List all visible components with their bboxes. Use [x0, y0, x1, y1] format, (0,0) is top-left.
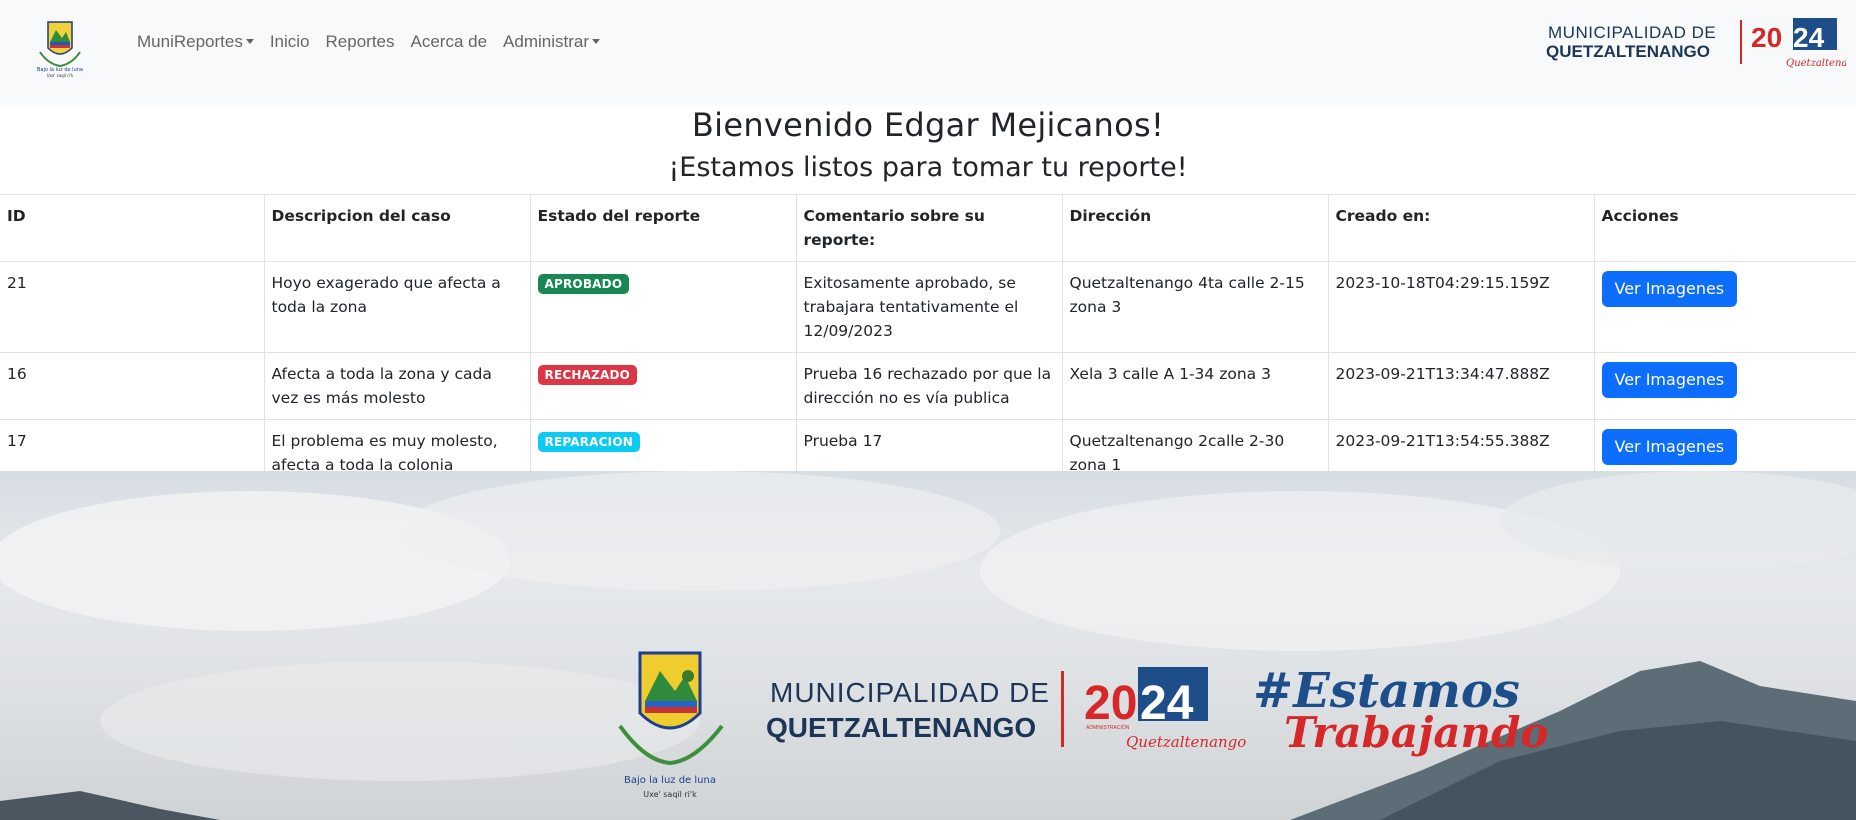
- brand-year-a: 20: [1751, 22, 1782, 53]
- brand-line1: MUNICIPALIDAD DE: [1548, 23, 1716, 42]
- header-row: ID Descripcion del caso Estado del repor…: [0, 194, 1856, 262]
- ver-imagenes-button[interactable]: Ver Imagenes: [1601, 429, 1738, 465]
- banner-year-b: 24: [1140, 677, 1194, 730]
- cell-description: Hoyo exagerado que afecta a toda la zona: [263, 261, 530, 353]
- banner-hashtag-2: Trabajando: [1284, 708, 1548, 757]
- cell-address: Quetzaltenango 4ta calle 2-15 zona 3: [1061, 261, 1328, 353]
- col-header-comment: Comentario sobre su reporte:: [795, 194, 1062, 262]
- main-nav: MuniReportes Inicio Reportes Acerca de A…: [137, 32, 616, 52]
- status-badge: APROBADO: [537, 274, 630, 294]
- cell-status: APROBADO: [529, 261, 796, 353]
- seal-motto: Bajo la luz de luna: [624, 775, 716, 786]
- table-row: 16 Afecta a toda la zona y cada vez es m…: [0, 352, 1856, 420]
- cell-created: 2023-10-18T04:29:15.159Z: [1327, 261, 1594, 353]
- navbar: Bajo la luz de luna Uxe' saqil ri'k Muni…: [0, 0, 1856, 105]
- reports-table: ID Descripcion del caso Estado del repor…: [0, 194, 1856, 487]
- cloud-shape: [100, 661, 700, 781]
- nav-inicio[interactable]: Inicio: [270, 32, 310, 52]
- brand-year-b: 24: [1793, 22, 1825, 53]
- cloud-shape: [400, 471, 1000, 591]
- banner-line1: MUNICIPALIDAD DE: [770, 677, 1050, 708]
- caret-down-icon: [245, 39, 254, 44]
- col-header-address: Dirección: [1061, 194, 1328, 262]
- banner-script: Quetzaltenango: [1126, 733, 1246, 751]
- caret-down-icon: [592, 39, 601, 44]
- logo-motto-sub: Uxe' saqil ri'k: [47, 73, 74, 78]
- mountain-shape: [0, 791, 220, 820]
- cell-created: 2023-09-21T13:34:47.888Z: [1327, 352, 1594, 420]
- municipality-brand-logo: MUNICIPALIDAD DE QUETZALTENANGO 20 24 Qu…: [1546, 18, 1846, 69]
- nav-administrar-dropdown[interactable]: Administrar: [503, 32, 601, 52]
- status-badge: RECHAZADO: [537, 365, 638, 385]
- ver-imagenes-button[interactable]: Ver Imagenes: [1601, 271, 1738, 307]
- cell-actions: Ver Imagenes: [1593, 352, 1856, 420]
- cell-address: Xela 3 calle A 1-34 zona 3: [1061, 352, 1328, 420]
- cell-id: 16: [0, 352, 264, 420]
- municipal-seal-logo[interactable]: Bajo la luz de luna Uxe' saqil ri'k: [20, 4, 100, 80]
- seal-motto-sub: Uxe' saqil ri'k: [643, 790, 697, 799]
- col-header-id: ID: [0, 194, 264, 262]
- ver-imagenes-button[interactable]: Ver Imagenes: [1601, 362, 1738, 398]
- brand-script: Quetzaltenango: [1786, 58, 1846, 69]
- status-badge: REPARACION: [537, 432, 640, 452]
- nav-acerca-de[interactable]: Acerca de: [411, 32, 488, 52]
- cell-status: RECHAZADO: [529, 352, 796, 420]
- nav-administrar-label: Administrar: [503, 32, 590, 51]
- table-header: ID Descripcion del caso Estado del repor…: [0, 194, 1856, 262]
- banner-illustration: Bajo la luz de luna Uxe' saqil ri'k MUNI…: [0, 471, 1856, 820]
- welcome-heading: Bienvenido Edgar Mejicanos!: [691, 106, 1165, 144]
- nav-reportes[interactable]: Reportes: [326, 32, 395, 52]
- brand-line2: QUETZALTENANGO: [1546, 42, 1710, 61]
- table-row: 21 Hoyo exagerado que afecta a toda la z…: [0, 261, 1856, 353]
- nav-munireportes-dropdown[interactable]: MuniReportes: [137, 32, 254, 52]
- cell-id: 21: [0, 261, 264, 353]
- banner-divider: [1061, 671, 1064, 747]
- banner-admin-label: ADMINISTRACIÓN: [1086, 724, 1130, 731]
- banner-line2: QUETZALTENANGO: [766, 712, 1036, 743]
- cell-description: Afecta a toda la zona y cada vez es más …: [263, 352, 530, 420]
- footer-banner: Bajo la luz de luna Uxe' saqil ri'k MUNI…: [0, 471, 1856, 820]
- col-header-created: Creado en:: [1327, 194, 1594, 262]
- col-header-actions: Acciones: [1593, 194, 1856, 262]
- banner-year-a: 20: [1084, 677, 1137, 730]
- cell-comment: Exitosamente aprobado, se trabajara tent…: [795, 261, 1062, 353]
- nav-munireportes-label: MuniReportes: [137, 32, 243, 51]
- col-header-status: Estado del reporte: [529, 194, 796, 262]
- cell-comment: Prueba 16 rechazado por que la dirección…: [795, 352, 1062, 420]
- col-header-description: Descripcion del caso: [263, 194, 530, 262]
- cell-actions: Ver Imagenes: [1593, 261, 1856, 353]
- subtitle-heading: ¡Estamos listos para tomar tu reporte!: [668, 152, 1188, 183]
